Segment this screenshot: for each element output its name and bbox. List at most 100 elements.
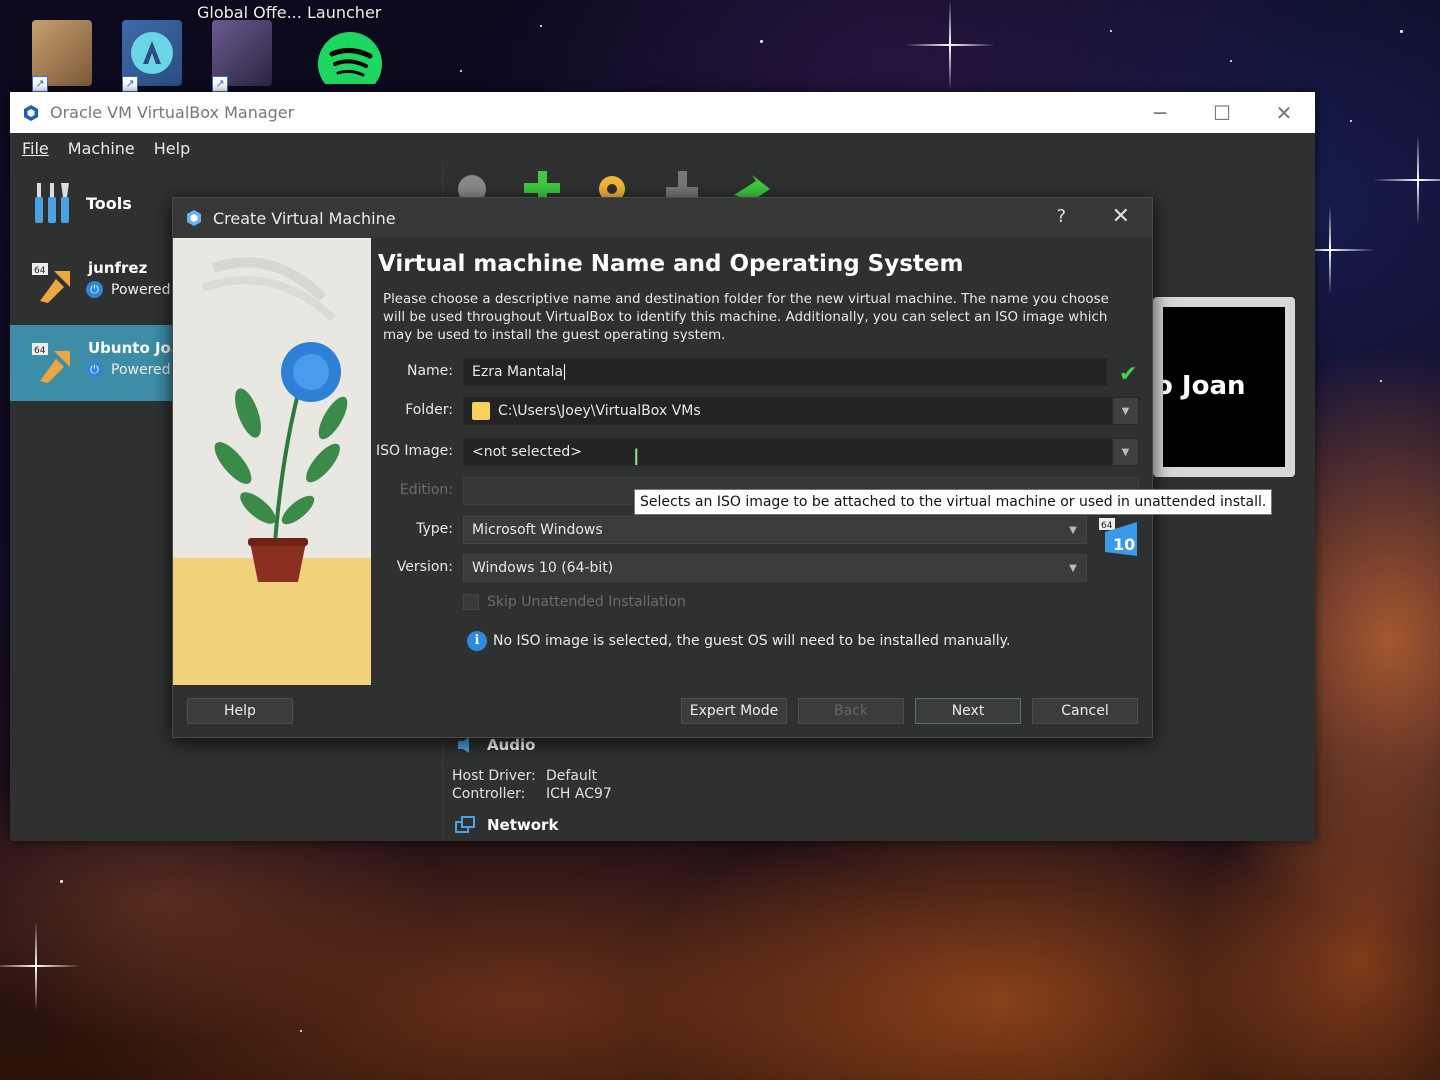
help-button[interactable]: Help [187,698,293,724]
version-select[interactable]: Windows 10 (64-bit) ▼ [463,554,1087,582]
minimize-button[interactable]: ─ [1129,92,1191,133]
main-toolbar [450,167,774,201]
desktop-shortcut-spotify[interactable] [318,20,382,96]
maximize-button[interactable]: ☐ [1191,92,1253,133]
star [540,25,542,27]
svg-text:64: 64 [34,346,46,356]
name-input-value: Ezra Mantala [472,364,564,380]
folder-label: Folder: [405,402,453,418]
shortcut-arrow-icon: ↗ [122,76,138,92]
star [1350,120,1352,122]
power-icon: ⏻ [86,361,103,378]
windows-10-os-icon: 64 10 [1099,518,1137,556]
star [1230,60,1232,62]
dialog-title: Create Virtual Machine [213,208,396,228]
audio-title: Audio [487,736,536,754]
new-vm-icon[interactable] [520,167,564,201]
settings-gear-icon[interactable] [450,167,494,201]
skip-unattended-row: Skip Unattended Installation [463,594,686,610]
iso-dropdown-arrow-icon[interactable]: ▼ [1112,439,1138,465]
menu-file[interactable]: File [22,139,49,158]
shortcut-arrow-icon: ↗ [212,76,228,92]
virtualbox-icon [187,210,201,226]
star [1400,30,1403,33]
folder-value: C:\Users\Joey\VirtualBox VMs [498,403,701,419]
audio-host-driver: Host Driver: Default [452,768,597,784]
vm-preview-screen: o Joan [1163,307,1285,467]
vm-name: Ubunto Joa [88,339,181,357]
folder-selector[interactable]: C:\Users\Joey\VirtualBox VMs ▼ [463,397,1139,425]
shortcut-arrow-icon: ↗ [32,76,48,92]
dialog-close-button[interactable]: ✕ [1112,204,1130,229]
edition-label: Edition: [399,482,453,498]
network-icon [455,816,475,833]
vm-os-icon: 64 [32,263,70,303]
version-dropdown-arrow-icon: ▼ [1069,562,1077,574]
power-icon: ⏻ [86,281,103,298]
back-button: Back [798,698,904,724]
desktop-shortcut-global-offensive[interactable]: ↗ [32,20,96,92]
os-badge-top-text: 64 [1101,521,1113,531]
window-titlebar: Oracle VM VirtualBox Manager ─ ☐ ✕ [10,92,1315,133]
desktop-label-global-offensive: Global Offe... [197,3,302,22]
star [300,1030,302,1032]
star [60,880,63,883]
type-dropdown-arrow-icon: ▼ [1069,524,1077,536]
tools-icon [35,183,69,223]
desktop-shortcut-game[interactable]: ↗ [212,20,276,92]
iso-image-label: ISO Image: [375,443,453,459]
name-input[interactable]: Ezra Mantala [463,358,1107,386]
window-title: Oracle VM VirtualBox Manager [50,103,295,122]
cancel-button[interactable]: Cancel [1032,698,1138,724]
next-button[interactable]: Next [915,698,1021,724]
discard-icon[interactable] [660,167,704,201]
desktop-shortcut-launcher[interactable]: ↗ [122,20,186,92]
type-label: Type: [416,521,453,537]
star [760,40,763,43]
star [1380,380,1382,382]
name-valid-check-icon: ✔ [1119,362,1138,387]
audio-icon [458,737,469,753]
info-text: No ISO image is selected, the guest OS w… [493,633,1011,649]
type-select[interactable]: Microsoft Windows ▼ [463,516,1087,544]
network-title: Network [487,816,559,834]
skip-unattended-label: Skip Unattended Installation [487,594,686,610]
vm-name: junfrez [88,259,148,277]
dialog-titlebar: Create Virtual Machine ? ✕ [173,198,1152,238]
version-label: Version: [396,559,453,575]
vm-state: ⏻ Powered [86,361,171,378]
start-arrow-icon[interactable] [730,167,774,201]
host-driver-value: Default [546,768,598,784]
dialog-description: Please choose a descriptive name and des… [383,292,1109,343]
vm-preview: o Joan [1153,297,1295,477]
info-icon: i [467,631,487,651]
tools-label: Tools [86,193,132,213]
audio-controller: Controller: ICH AC97 [452,786,612,802]
audio-section-header[interactable]: Audio [455,736,535,754]
close-button[interactable]: ✕ [1253,92,1315,133]
tools-item[interactable]: Tools [32,181,132,225]
svg-text:64: 64 [34,266,46,276]
spotify-icon [318,32,382,96]
vm-state-label: Powered [111,281,171,298]
text-caret [564,364,566,380]
dialog-help-button[interactable]: ? [1056,206,1066,227]
menu-machine[interactable]: Machine [68,139,135,158]
menu-help[interactable]: Help [154,139,190,158]
expert-mode-button[interactable]: Expert Mode [681,698,787,724]
iso-tooltip: Selects an ISO image to be attached to t… [634,489,1273,515]
network-section-header[interactable]: Network [455,816,558,834]
type-value: Microsoft Windows [472,522,603,538]
vm-os-icon: 64 [32,343,70,383]
folder-icon [472,402,490,420]
iso-image-selector[interactable]: <not selected> ▼ [463,438,1139,466]
menu-bar: File Machine Help [10,133,1315,163]
virtualbox-icon [24,104,38,121]
host-driver-label: Host Driver: [452,768,536,784]
os-badge-bottom-text: 10 [1113,535,1135,554]
vm-state-label: Powered [111,361,171,378]
settings-icon[interactable] [590,167,634,201]
folder-dropdown-arrow-icon[interactable]: ▼ [1112,398,1138,424]
version-value: Windows 10 (64-bit) [472,560,614,576]
create-vm-dialog: Create Virtual Machine ? ✕ Virtual machi… [172,197,1273,738]
